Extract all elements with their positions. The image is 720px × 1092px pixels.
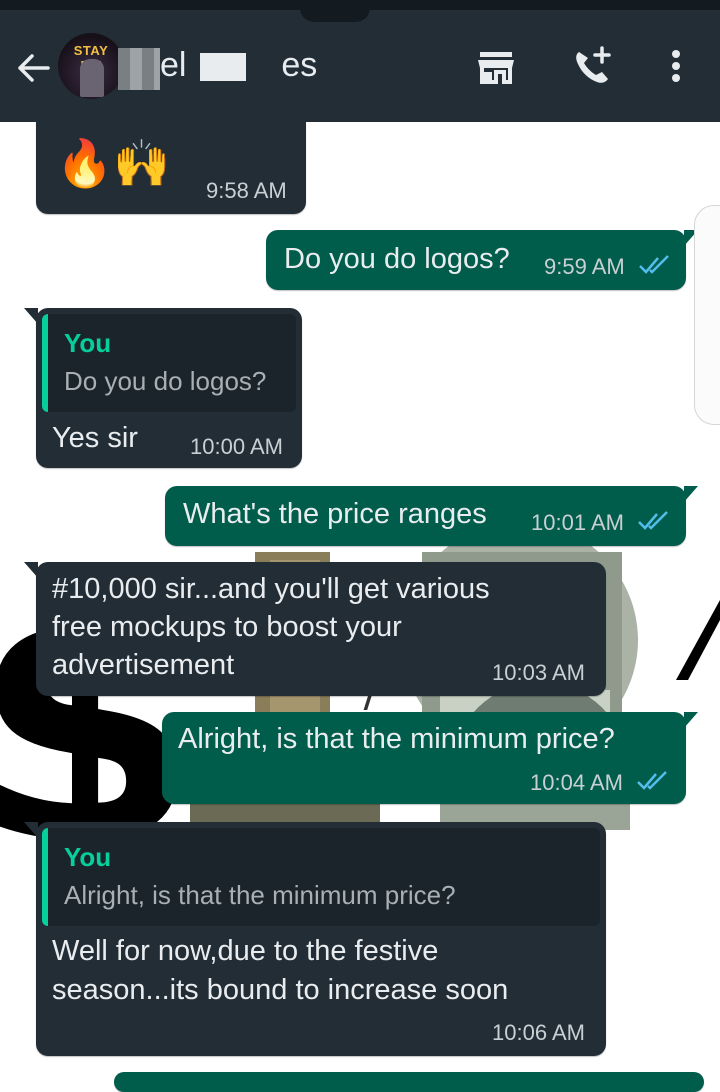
contact-name-part1: el bbox=[160, 46, 187, 84]
add-call-icon[interactable] bbox=[570, 44, 614, 88]
message-time: 10:04 AM bbox=[530, 770, 623, 795]
quoted-message[interactable]: You Do you do logos? bbox=[42, 314, 296, 412]
message-outgoing-partial[interactable] bbox=[114, 1072, 704, 1092]
back-arrow-icon[interactable] bbox=[14, 50, 54, 86]
contact-name[interactable]: el es bbox=[160, 46, 317, 85]
message-line: advertisement bbox=[52, 649, 235, 681]
contact-name-part2: es bbox=[281, 46, 318, 84]
message-text: What's the price ranges bbox=[183, 498, 487, 530]
scroll-handle[interactable] bbox=[694, 205, 720, 425]
message-outgoing[interactable]: Alright, is that the minimum price? 10:0… bbox=[162, 712, 698, 804]
read-ticks-icon bbox=[639, 255, 669, 274]
message-time: 9:58 AM bbox=[206, 178, 287, 203]
message-text: Alright, is that the minimum price? bbox=[178, 723, 615, 755]
avatar-figure bbox=[80, 59, 104, 97]
message-text: Do you do logos? bbox=[284, 243, 510, 275]
message-line: Well for now,due to the festive bbox=[52, 935, 439, 967]
message-time: 10:06 AM bbox=[492, 1020, 585, 1045]
message-time: 10:03 AM bbox=[492, 660, 585, 685]
message-line: season...its bound to increase soon bbox=[52, 974, 509, 1006]
read-ticks-icon bbox=[638, 511, 668, 530]
quote-text: Alright, is that the minimum price? bbox=[64, 880, 456, 910]
message-text: Yes sir bbox=[52, 422, 138, 454]
message-incoming[interactable]: 🔥🙌 9:58 AM bbox=[36, 108, 306, 214]
store-icon[interactable] bbox=[474, 44, 518, 88]
more-vert-icon[interactable] bbox=[654, 44, 698, 88]
redacted-name-block bbox=[118, 48, 160, 90]
message-incoming-reply[interactable]: You Do you do logos? Yes sir 10:00 AM bbox=[24, 308, 302, 468]
chat-header: STAY FIT el es bbox=[0, 0, 720, 122]
quote-author: You bbox=[64, 842, 112, 872]
message-time: 9:59 AM bbox=[544, 254, 625, 279]
message-incoming[interactable]: #10,000 sir...and you'll get various fre… bbox=[24, 562, 606, 696]
message-line: free mockups to boost your bbox=[52, 611, 402, 643]
message-time: 10:00 AM bbox=[190, 434, 283, 459]
message-outgoing[interactable]: Do you do logos? 9:59 AM bbox=[266, 230, 698, 290]
redacted-name-block bbox=[199, 53, 246, 82]
message-incoming-reply[interactable]: You Alright, is that the minimum price? … bbox=[24, 822, 606, 1056]
quoted-message[interactable]: You Alright, is that the minimum price? bbox=[42, 828, 600, 926]
contact-avatar[interactable]: STAY FIT bbox=[58, 33, 124, 99]
quote-accent-bar bbox=[42, 314, 48, 412]
quote-author: You bbox=[64, 328, 112, 358]
emoji-content: 🔥🙌 bbox=[56, 137, 171, 189]
read-ticks-icon bbox=[637, 771, 667, 790]
quote-text: Do you do logos? bbox=[64, 366, 267, 396]
message-outgoing[interactable]: What's the price ranges 10:01 AM bbox=[165, 486, 698, 546]
quote-accent-bar bbox=[42, 828, 48, 926]
status-strip bbox=[0, 0, 720, 22]
message-line: #10,000 sir...and you'll get various bbox=[52, 573, 490, 605]
message-time: 10:01 AM bbox=[531, 510, 624, 535]
